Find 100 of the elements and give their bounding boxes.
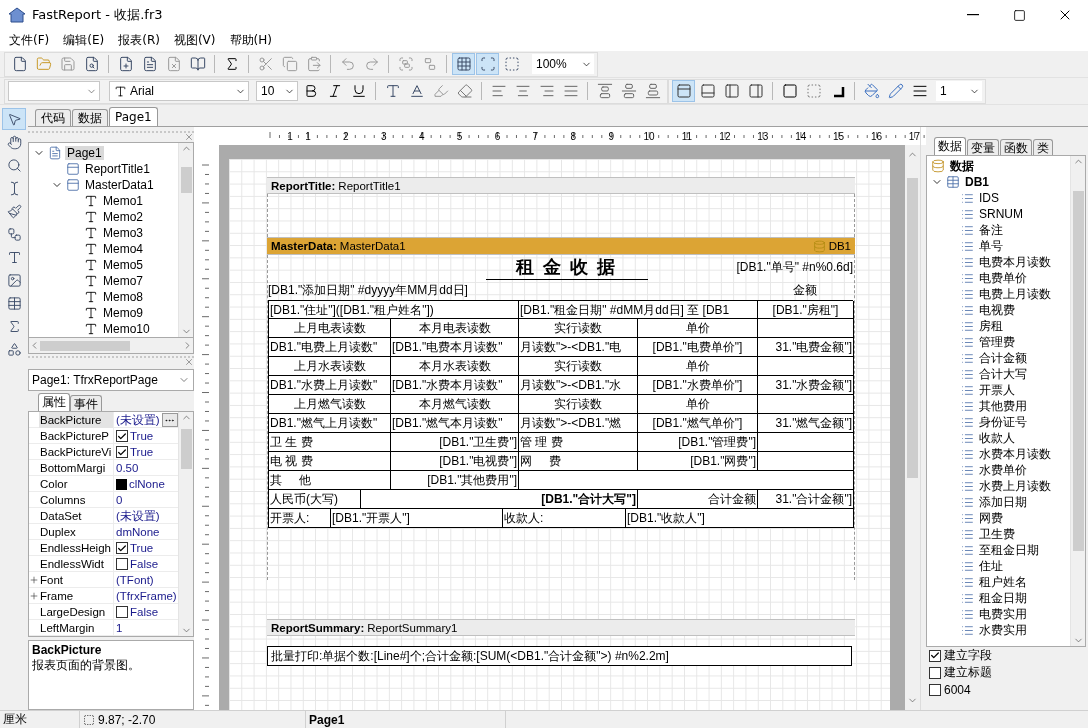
table-cell[interactable]: 网 费 [519,452,638,471]
checkbox[interactable] [929,683,941,696]
table-cell[interactable]: 人民币(大写) [269,490,361,509]
line-width-combo[interactable]: 1 [936,81,982,101]
property-value[interactable]: True [130,542,154,554]
tree-item[interactable]: 开票人 [977,381,1017,399]
table-cell[interactable]: 31."水费金额"] [758,376,854,395]
data-tab[interactable]: 变量 [967,139,999,155]
tree-item[interactable]: ReportTitle1 [83,162,152,176]
table-cell[interactable]: [DB1."水费单价"] [638,376,758,395]
tree-item[interactable]: 管理费 [977,333,1017,351]
property-value[interactable]: dmNone [116,526,160,538]
receipt-number-field[interactable]: [DB1."单号" #n%0.6d] [713,259,853,276]
menu-item[interactable]: 报表(R) [111,32,167,49]
table-cell[interactable]: 其 他 [269,471,391,490]
tree-item[interactable]: IDS [977,191,1001,205]
table-cell[interactable]: [DB1."卫生费"] [391,433,519,452]
table-cell[interactable]: [DB1."住址"]([DB1."租户姓名"]) [269,301,519,319]
checkbox[interactable] [116,558,128,570]
property-name[interactable]: EndlessHeigh [39,540,114,556]
tree-item[interactable]: 合计大写 [977,365,1029,383]
property-name[interactable]: BottomMargi [39,460,114,476]
tree-item[interactable]: 其他费用 [977,397,1029,415]
checkbox[interactable] [116,606,128,618]
tree-item[interactable]: 租金日期 [977,589,1029,607]
scroll-thumb[interactable] [180,429,192,469]
table-cell[interactable]: 电 视 费 [269,452,391,471]
table-cell[interactable]: 上月燃气读数 [269,395,391,414]
table-cell[interactable]: [DB1."燃气单价"] [638,414,758,433]
table-cell[interactable]: 管 理 费 [519,433,638,452]
property-name[interactable]: Duplex [39,524,114,540]
property-name[interactable]: BackPictureVi [39,444,114,460]
tree-item[interactable]: Memo8 [101,290,145,304]
tree-item[interactable]: Memo10 [101,322,152,336]
property-name[interactable]: DataSet [39,508,114,524]
table-cell[interactable]: [DB1."合计大写"] [361,490,638,509]
tree-item[interactable]: 数据 [948,157,976,175]
table-cell[interactable]: DB1."水费上月读数" [269,376,391,395]
property-name[interactable]: LeftMargin [39,620,114,636]
table-cell[interactable]: DB1."电费上月读数" [269,338,391,357]
tree-item[interactable]: 电视费 [977,301,1017,319]
property-value[interactable]: True [130,430,154,442]
tree-item[interactable]: 水费实用 [977,621,1029,639]
amount-label[interactable]: 金额 [757,281,853,299]
menu-item[interactable]: 帮助(H) [222,32,279,49]
property-value[interactable]: False [130,606,159,618]
object-combo[interactable]: Page1: TfrxReportPage [28,369,194,391]
table-cell[interactable]: 31."燃气金额"] [758,414,854,433]
table-cell[interactable]: 月读数">-<DB1."电 [519,338,638,357]
page-tab[interactable]: Page1 [109,107,158,126]
property-name[interactable]: Color [39,476,114,492]
table-cell[interactable]: [DB1."电费单价"] [638,338,758,357]
tree-item[interactable]: Memo5 [101,258,145,272]
tree-item[interactable]: 卫生费 [977,525,1017,543]
checkbox[interactable] [929,666,941,679]
table-cell[interactable]: 合计金额 [638,490,758,509]
receipt-title[interactable]: 租 金 收 据 [486,255,648,280]
property-value[interactable]: False [130,558,159,570]
property-name[interactable]: Columns [39,492,114,508]
table-cell[interactable]: [DB1."其他费用"] [391,471,519,490]
tree-item[interactable]: 添加日期 [977,493,1029,511]
font-combo[interactable]: Arial [109,81,249,101]
inspector-tab[interactable]: 属性 [38,393,70,411]
tree-item[interactable]: Memo2 [101,210,145,224]
table-cell[interactable]: 上月水表读数 [269,357,391,376]
tree-item[interactable]: Page1 [65,146,104,160]
band-header[interactable]: ReportSummary: ReportSummary1 [267,619,855,636]
property-value[interactable]: clNone [129,478,165,490]
tree-item[interactable]: 水费单价 [977,461,1029,479]
inspector-tab[interactable]: 事件 [70,395,102,411]
table-cell[interactable]: 实行读数 [519,395,638,414]
tree-item[interactable]: SRNUM [977,207,1025,221]
date-field[interactable]: [DB1."添加日期" #dyyyy年MM月dd日] [268,281,502,299]
tree-item[interactable]: 房租 [977,317,1005,335]
property-value[interactable]: (TFont) [116,574,154,586]
tree-item[interactable]: 电费本月读数 [977,253,1053,271]
tree-item[interactable]: Memo3 [101,226,145,240]
property-value[interactable]: (TfrxFrame) [116,590,177,602]
tree-item[interactable]: 水费上月读数 [977,477,1053,495]
tree-item[interactable]: Memo7 [101,274,145,288]
table-cell[interactable]: 实行读数 [519,357,638,376]
table-cell[interactable]: [DB1."水费本月读数" [391,376,519,395]
property-name[interactable]: Frame [39,588,114,604]
tree-item[interactable]: 单号 [977,237,1005,255]
table-cell[interactable]: 开票人: [269,509,331,528]
property-value[interactable]: (未设置) [116,508,160,524]
table-cell[interactable]: [DB1."收款人"] [626,509,854,528]
table-cell[interactable]: 单价 [638,319,758,338]
table-cell[interactable]: [DB1."租金日期" #dMM月dd日] 至 [DB1 [519,301,758,319]
tree-item[interactable]: 电费上月读数 [977,285,1053,303]
scrollbar[interactable] [28,338,194,354]
property-value[interactable]: (未设置) [116,412,160,428]
property-name[interactable]: Font [39,572,114,588]
band-header[interactable]: MasterData: MasterData1 DB1 [267,237,855,255]
tree-item[interactable]: MasterData1 [83,178,156,192]
tree-item[interactable]: 网费 [977,509,1005,527]
property-value[interactable]: 0 [116,494,123,506]
tree-item[interactable]: 租户姓名 [977,573,1029,591]
scroll-thumb[interactable] [907,177,918,478]
menu-item[interactable]: 文件(F) [2,32,57,49]
